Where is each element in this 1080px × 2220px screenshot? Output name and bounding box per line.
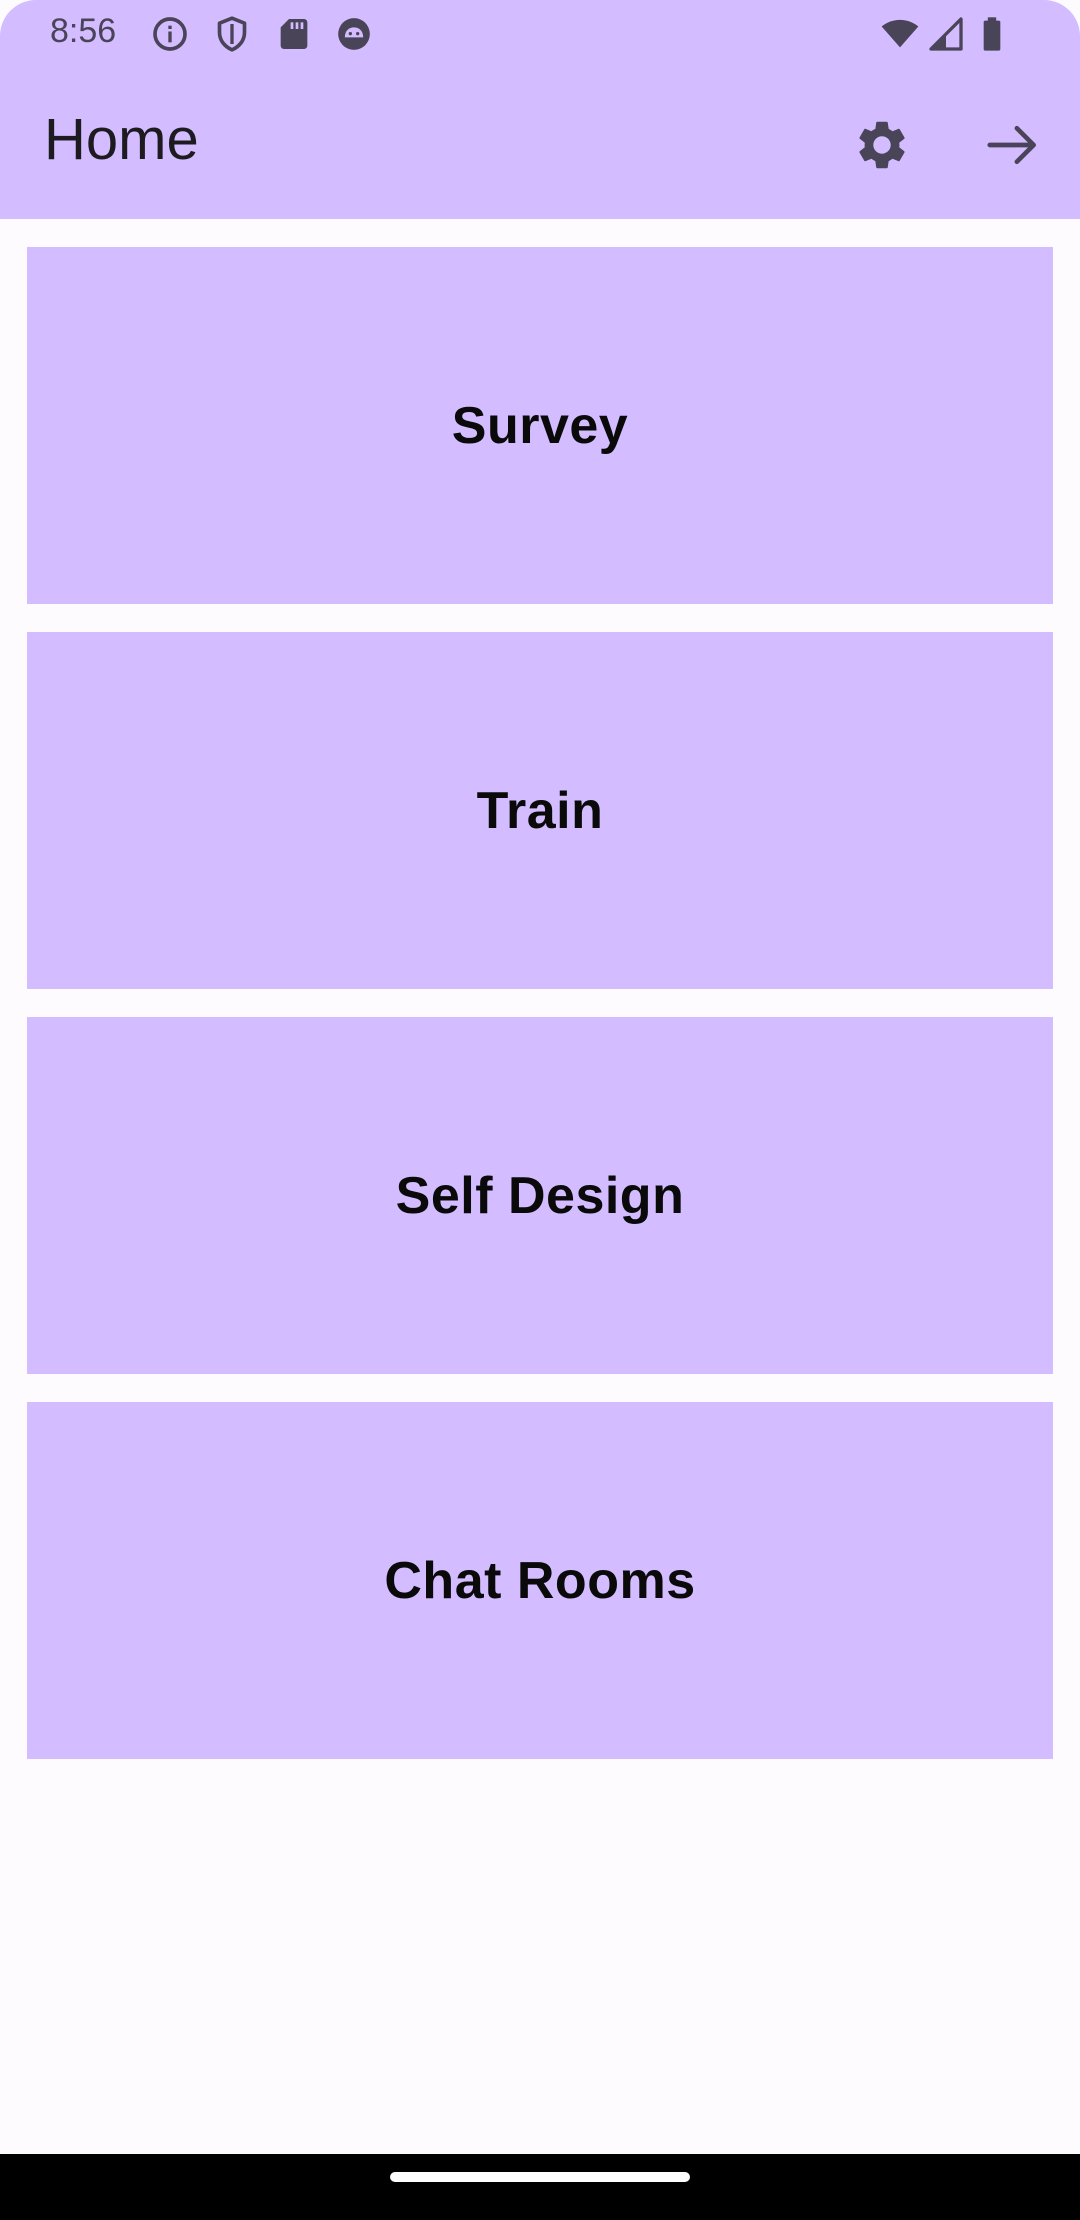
battery-icon xyxy=(972,14,1012,54)
android-face-icon xyxy=(334,14,374,54)
app-bar: Home xyxy=(0,66,1080,219)
page-title: Home xyxy=(44,107,199,172)
card-label-train: Train xyxy=(476,781,604,840)
sd-card-icon xyxy=(274,14,314,54)
card-label-self-design: Self Design xyxy=(395,1166,685,1225)
info-icon xyxy=(150,14,190,54)
survey-card-button[interactable]: Survey xyxy=(27,247,1053,604)
chat-rooms-card-button[interactable]: Chat Rooms xyxy=(27,1402,1053,1759)
status-time: 8:56 xyxy=(50,12,117,50)
card-label-chat-rooms: Chat Rooms xyxy=(384,1551,696,1610)
home-gesture-handle[interactable] xyxy=(390,2172,690,2182)
wifi-icon xyxy=(880,14,920,54)
top-app-area: 8:56 Home xyxy=(0,0,1080,219)
status-bar: 8:56 xyxy=(0,0,1080,66)
gear-icon xyxy=(859,121,905,169)
next-button[interactable] xyxy=(978,110,1048,180)
cellular-signal-icon xyxy=(926,14,966,54)
settings-button[interactable] xyxy=(847,110,917,180)
self-design-card-button[interactable]: Self Design xyxy=(27,1017,1053,1374)
card-label-survey: Survey xyxy=(451,396,629,455)
shield-icon xyxy=(212,14,252,54)
arrow-forward-icon xyxy=(987,125,1036,165)
home-screen: 8:56 Home Survey Train Self Design Chat … xyxy=(0,0,1080,2220)
system-navigation-bar xyxy=(0,2154,1080,2220)
train-card-button[interactable]: Train xyxy=(27,632,1053,989)
